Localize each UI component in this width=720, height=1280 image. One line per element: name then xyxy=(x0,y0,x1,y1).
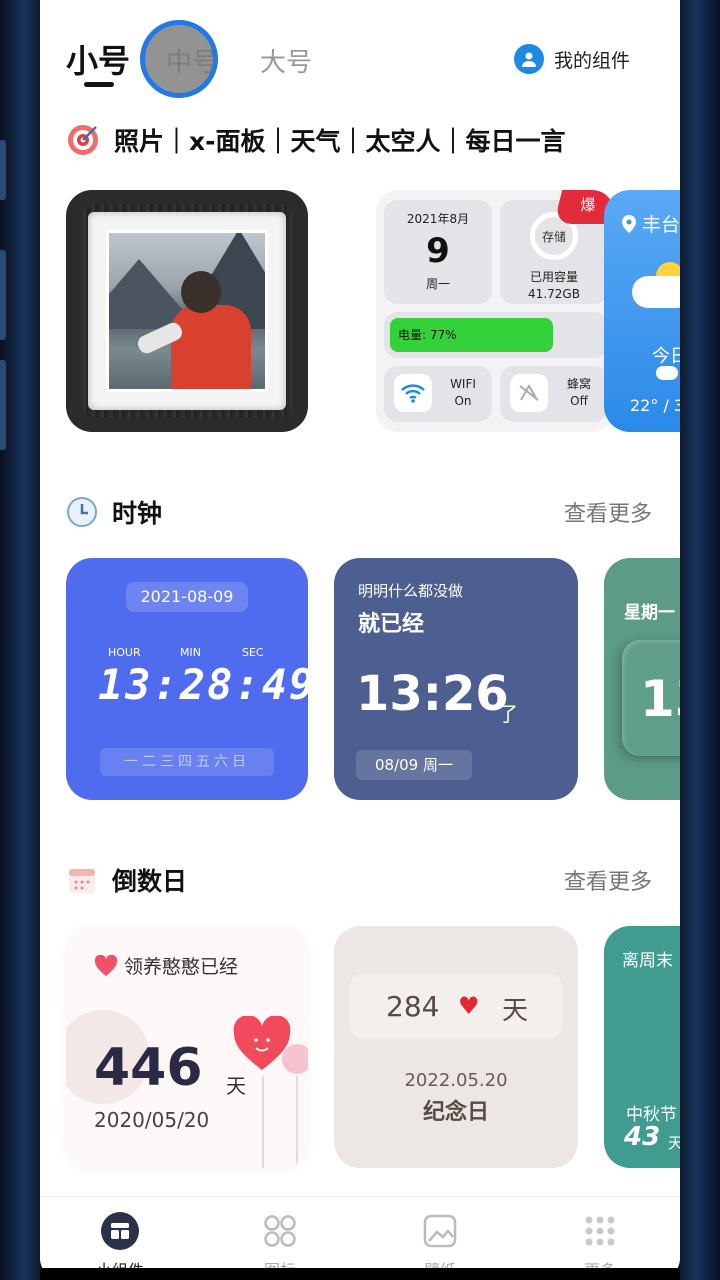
widgets-icon xyxy=(100,1211,140,1251)
heart-icon xyxy=(94,954,118,976)
neumorphic-clock-widget[interactable]: 星期一 13 xyxy=(604,558,680,800)
cellular-label: 蜂窝 xyxy=(566,377,591,391)
anniversary-days-unit: 天 xyxy=(502,996,529,1026)
hour-label: HOUR xyxy=(108,646,141,659)
clock-section-heading: 时钟 xyxy=(66,494,162,530)
my-widgets-button[interactable]: 我的组件 xyxy=(514,40,630,78)
weekend-countdown-title: 离周末 xyxy=(622,951,673,971)
weather-today-label: 今日 xyxy=(652,346,680,367)
cellular-off-icon xyxy=(510,374,548,412)
featured-title: 照片｜x-面板｜天气｜太空人｜每日一言 xyxy=(114,127,566,156)
year-month: 2021年8月 xyxy=(406,212,470,226)
digital-time: 13:28:49 xyxy=(98,660,308,709)
weekday: 周一 xyxy=(425,277,450,291)
wifi-icon xyxy=(394,374,432,412)
tab-small[interactable]: 小号 xyxy=(66,36,130,82)
anniversary-countdown-widget[interactable]: 284 ♥ 天 2022.05.20 纪念日 xyxy=(334,926,578,1168)
countdown-section-title: 倒数日 xyxy=(112,867,188,896)
battery-tile: 电量: 77% xyxy=(384,312,608,358)
device-bezel-right xyxy=(680,0,720,1280)
clock-date: 2021-08-09 xyxy=(126,582,248,612)
balloon-string xyxy=(296,1076,298,1168)
countdown-see-more-link[interactable]: 查看更多 xyxy=(564,864,652,896)
wifi-tile: WIFI On xyxy=(384,366,492,422)
device-side-button xyxy=(0,250,6,340)
weather-location: 丰台 xyxy=(622,210,680,237)
hiker-photo xyxy=(106,230,268,392)
holiday-days: 43 xyxy=(624,1122,661,1152)
adoption-date: 2020/05/20 xyxy=(94,1108,210,1132)
quote-line-1: 明明什么都没做 xyxy=(358,582,464,600)
battery-label: 电量: 77% xyxy=(398,328,457,342)
quote-suffix: 了 xyxy=(498,702,518,726)
wifi-state: On xyxy=(454,394,472,408)
adoption-heading: 领养憨憨已经 xyxy=(94,952,238,979)
date-tile: 2021年8月 9 周一 xyxy=(384,200,492,304)
active-tab-indicator xyxy=(84,82,114,87)
featured-heading: 照片｜x-面板｜天气｜太空人｜每日一言 xyxy=(66,122,566,158)
weather-location-label: 丰台 xyxy=(642,214,680,236)
adoption-countdown-widget[interactable]: 领养憨憨已经 446 天 2020/05/20 xyxy=(66,926,308,1168)
cloud-icon xyxy=(632,276,680,308)
adoption-days: 446 xyxy=(94,1038,203,1098)
user-icon xyxy=(514,44,544,74)
digital-clock-widget[interactable]: 2021-08-09 HOUR MIN SEC 13:28:49 一二三四五六日 xyxy=(66,558,308,800)
device-bezel-left xyxy=(0,0,40,1280)
photo-mat xyxy=(88,212,286,410)
day-number: 9 xyxy=(426,231,450,271)
icons-grid-icon xyxy=(260,1211,300,1251)
hot-badge-label: 爆 xyxy=(580,196,596,214)
quote-line-2: 就已经 xyxy=(358,612,425,637)
device-frame: 小号 中号 大号 我的组件 照片｜x-面板｜天气｜太空人｜每日一言 xyxy=(0,0,720,1280)
weather-widget[interactable]: 丰台 今日 22° / 3 xyxy=(604,190,680,432)
wallpaper-icon xyxy=(420,1211,460,1251)
person-head-shape xyxy=(181,271,221,313)
cellular-state: Off xyxy=(570,394,588,408)
clock-section-title: 时钟 xyxy=(112,499,163,528)
small-balloon-icon xyxy=(282,1044,308,1074)
quote-clock-time: 13:26 xyxy=(356,666,509,722)
app-screen: 小号 中号 大号 我的组件 照片｜x-面板｜天气｜太空人｜每日一言 xyxy=(40,0,680,1280)
rain-cloud-icon xyxy=(656,366,678,380)
holiday-days-unit: 天 xyxy=(668,1134,680,1152)
anniversary-date: 2022.05.20 xyxy=(404,1070,508,1091)
holiday-countdown-widget[interactable]: 离周末 中秋节 43 天 xyxy=(604,926,680,1168)
location-pin-icon xyxy=(622,214,636,233)
x-panel-widget[interactable]: 2021年8月 9 周一 存储 已用容量 41.72GB 爆 电量: 77% W… xyxy=(376,190,614,432)
weather-temp: 22° / 3 xyxy=(630,396,680,415)
storage-label: 已用容量 xyxy=(529,270,578,284)
clock-see-more-link[interactable]: 查看更多 xyxy=(564,496,652,528)
clock-icon xyxy=(67,497,97,527)
more-dots-icon xyxy=(580,1211,620,1251)
anniversary-heart-icon: ♥ xyxy=(458,992,480,1020)
week-strip: 一二三四五六日 xyxy=(100,748,274,776)
countdown-section-heading: 倒数日 xyxy=(66,862,187,898)
photo-frame-widget[interactable] xyxy=(66,190,308,432)
device-bottom-edge xyxy=(40,1268,680,1280)
second-label: SEC xyxy=(242,646,264,659)
my-widgets-label: 我的组件 xyxy=(554,49,631,72)
quote-clock-date: 08/09 周一 xyxy=(356,750,472,780)
green-clock-digit: 13 xyxy=(640,670,680,728)
anniversary-label: 纪念日 xyxy=(422,1100,489,1125)
calendar-icon xyxy=(69,869,95,893)
adoption-days-unit: 天 xyxy=(226,1074,246,1098)
green-clock-weekday: 星期一 xyxy=(624,603,675,623)
balloon-string xyxy=(262,1076,264,1168)
touch-indicator xyxy=(140,20,218,98)
device-side-button xyxy=(0,360,6,450)
photo-frame-border xyxy=(80,204,294,418)
tab-large[interactable]: 大号 xyxy=(260,42,312,79)
wifi-label: WIFI xyxy=(450,377,476,391)
target-icon xyxy=(68,125,98,155)
device-side-button xyxy=(0,140,6,200)
anniversary-days: 284 xyxy=(386,990,440,1023)
adoption-heading-label: 领养憨憨已经 xyxy=(124,956,239,978)
quote-clock-widget[interactable]: 明明什么都没做 就已经 13:26 了 08/09 周一 xyxy=(334,558,578,800)
anniversary-days-box xyxy=(350,974,562,1038)
backpack-shape xyxy=(171,305,251,389)
cellular-tile: 蜂窝 Off xyxy=(500,366,608,422)
storage-value: 41.72GB xyxy=(528,287,580,301)
minute-label: MIN xyxy=(180,646,201,659)
